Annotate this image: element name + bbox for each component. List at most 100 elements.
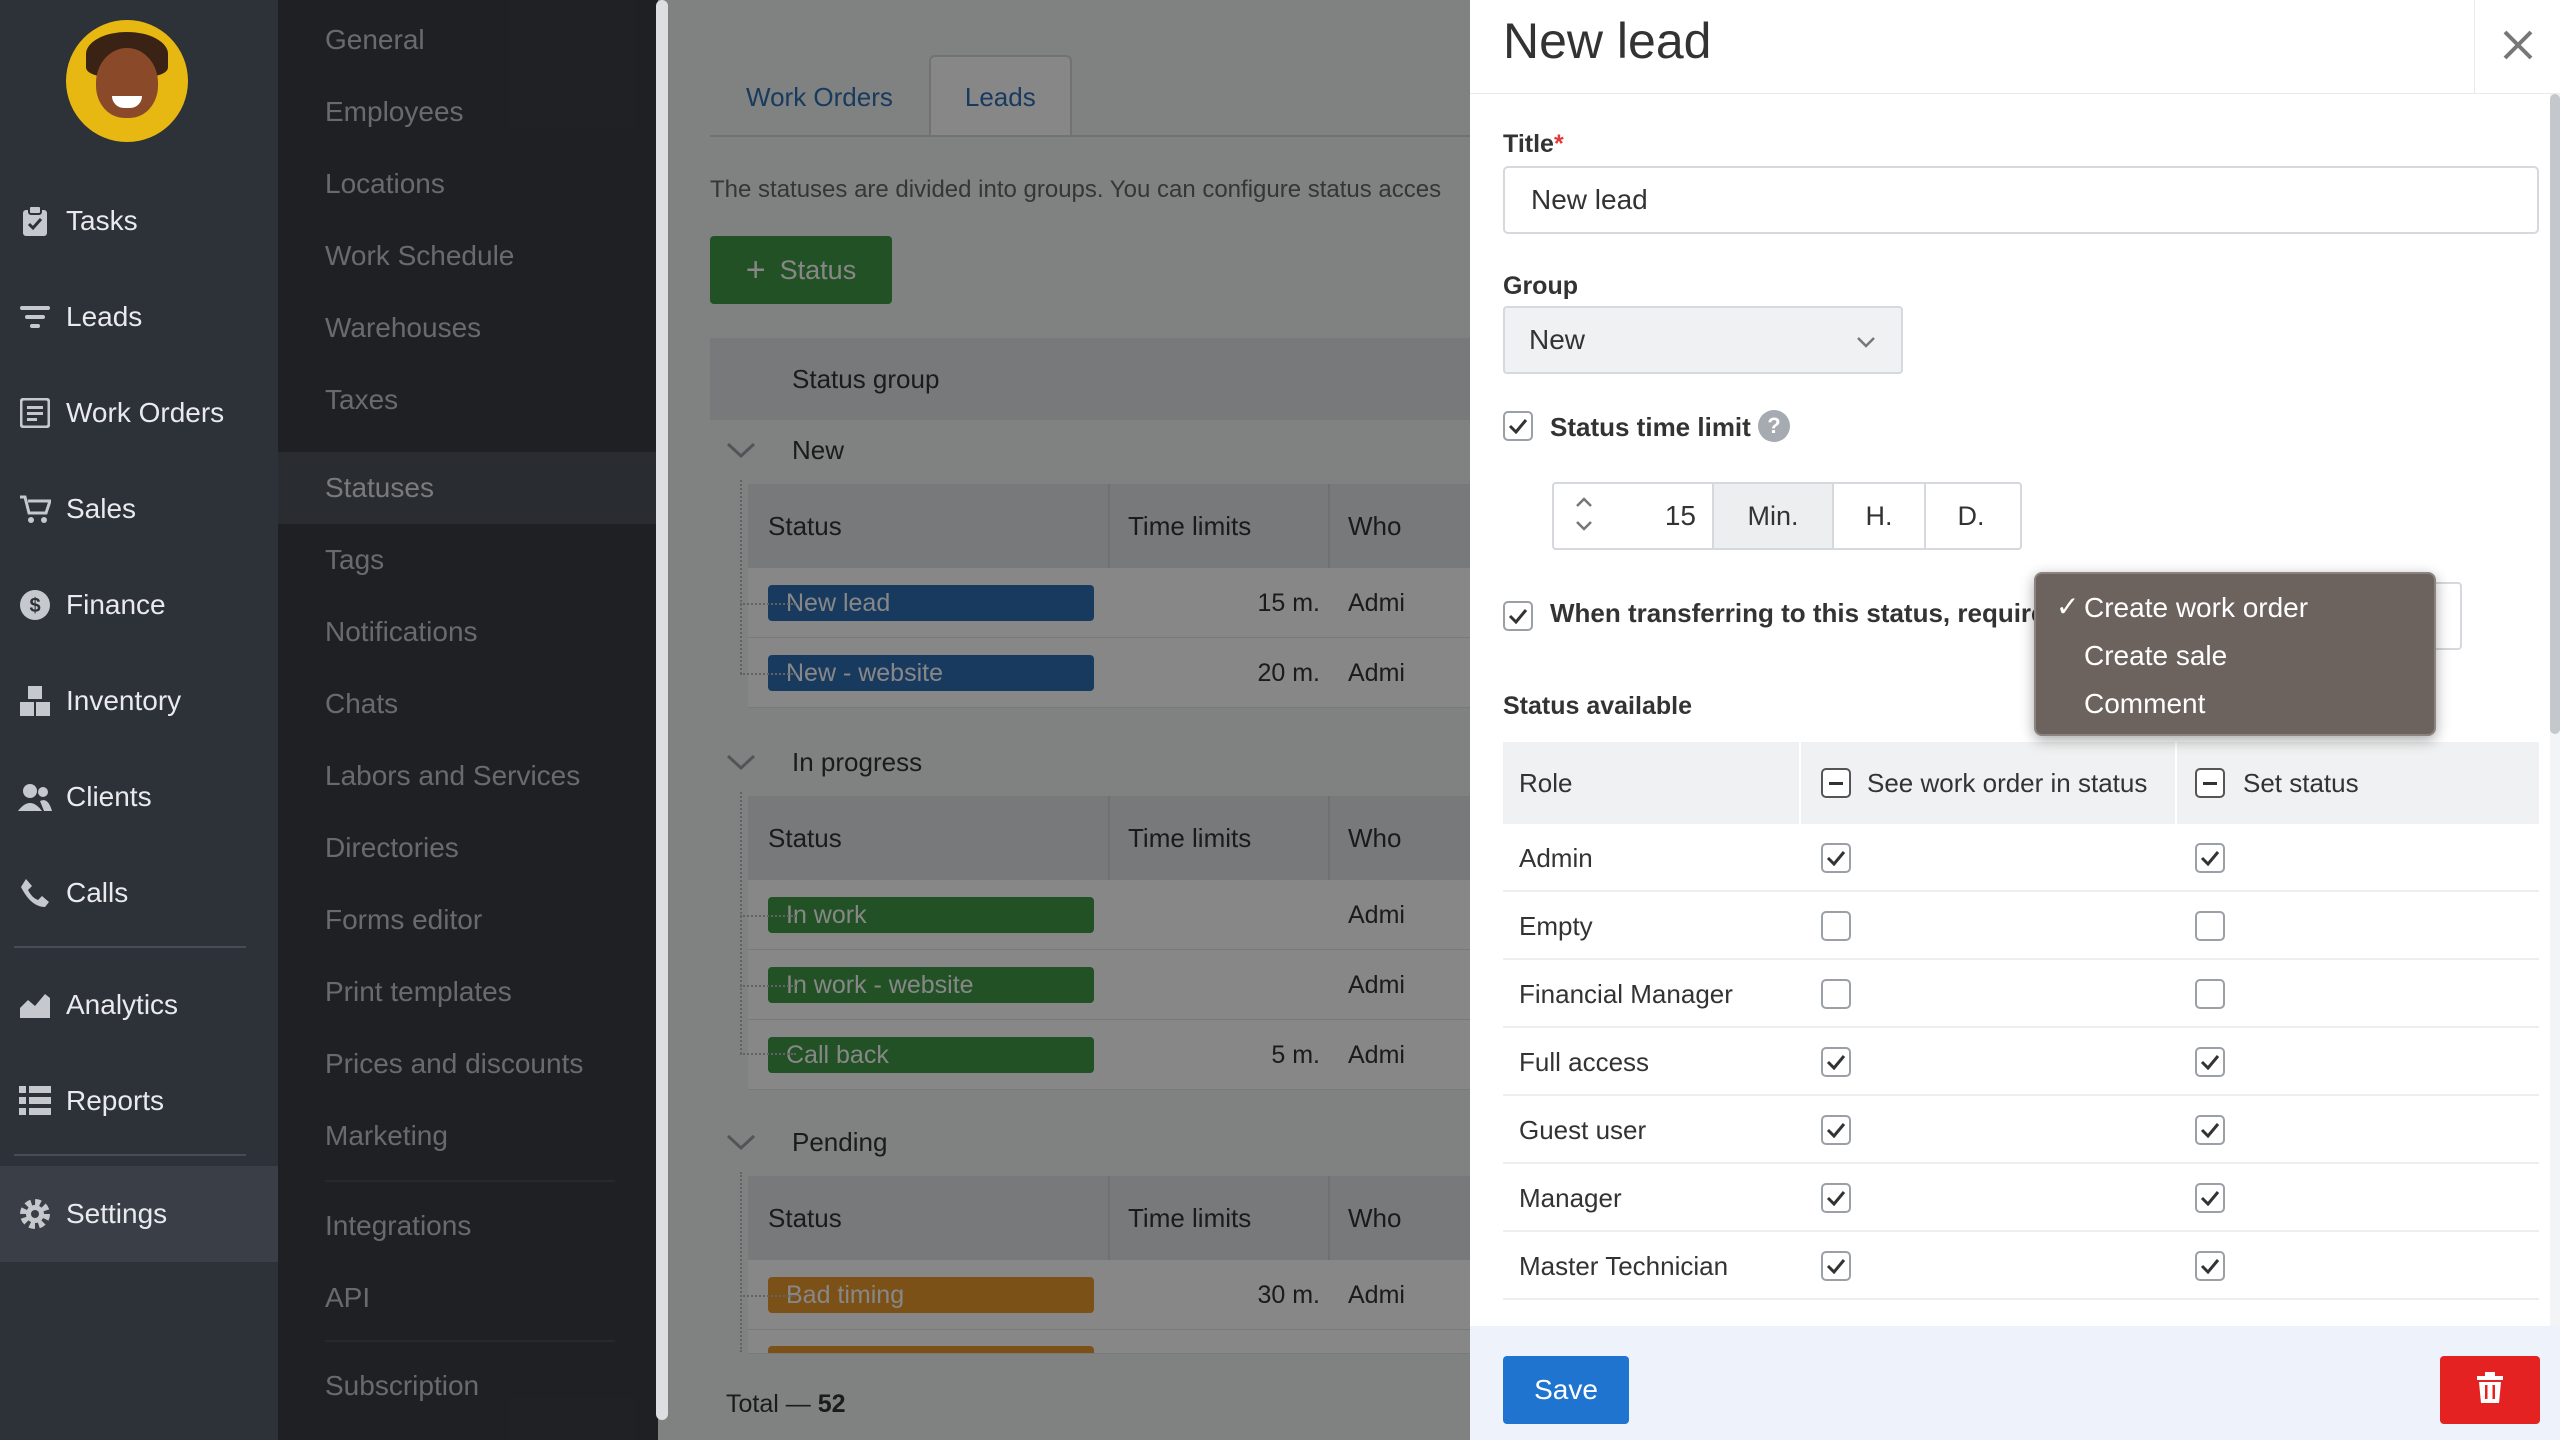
total-count: Total — 52 <box>726 1390 846 1418</box>
status-time-limit-checkbox[interactable] <box>1503 411 1533 441</box>
see-work-order-checkbox[interactable] <box>1821 1251 1851 1281</box>
submenu-item-prices-and-discounts[interactable]: Prices and discounts <box>278 1028 658 1100</box>
role-row: Full access <box>1503 1028 2539 1096</box>
submenu-item-subscription[interactable]: Subscription <box>278 1350 658 1422</box>
nav-item-tasks[interactable]: Tasks <box>0 186 278 256</box>
dollar-icon: $ <box>18 588 52 622</box>
nav-item-sales[interactable]: Sales <box>0 474 278 544</box>
status-subtable-header: Status Time limits Who <box>748 796 1470 880</box>
set-status-checkbox[interactable] <box>2195 843 2225 873</box>
see-all-checkbox[interactable] <box>1821 768 1851 798</box>
unit-minutes-button[interactable]: Min. <box>1712 484 1832 548</box>
tab-work-orders[interactable]: Work Orders <box>710 55 929 137</box>
role-row: Guest user <box>1503 1096 2539 1164</box>
status-group-pending[interactable]: Pending <box>710 1112 1470 1172</box>
submenu-item-notifications[interactable]: Notifications <box>278 596 658 668</box>
help-icon[interactable]: ? <box>1758 410 1790 442</box>
submenu-item-directories[interactable]: Directories <box>278 812 658 884</box>
phone-icon <box>18 876 52 910</box>
time-limit-stepper: 15 Min. H. D. <box>1552 482 2022 550</box>
checkmark-icon: ✓ <box>2056 591 2080 622</box>
nav-item-settings[interactable]: Settings <box>0 1166 278 1262</box>
role-name: Admin <box>1519 842 1593 873</box>
nav-item-inventory[interactable]: Inventory <box>0 666 278 736</box>
dropdown-option-create-sale[interactable]: Create sale <box>2036 632 2434 680</box>
nav-item-leads[interactable]: Leads <box>0 282 278 352</box>
status-row[interactable]: New - website 20 m. Admi <box>748 638 1470 708</box>
submenu-item-work-schedule[interactable]: Work Schedule <box>278 220 658 292</box>
funnel-icon <box>18 300 52 334</box>
see-work-order-checkbox[interactable] <box>1821 843 1851 873</box>
submenu-item-locations[interactable]: Locations <box>278 148 658 220</box>
submenu-item-chats[interactable]: Chats <box>278 668 658 740</box>
submenu-item-statuses[interactable]: Statuses <box>278 452 658 524</box>
nav-label: Inventory <box>66 685 182 716</box>
save-button[interactable]: Save <box>1503 1356 1629 1424</box>
status-group-in-progress[interactable]: In progress <box>710 732 1470 792</box>
chevron-down-icon[interactable] <box>1575 519 1593 537</box>
see-work-order-checkbox[interactable] <box>1821 979 1851 1009</box>
set-status-checkbox[interactable] <box>2195 1251 2225 1281</box>
submenu-item-warehouses[interactable]: Warehouses <box>278 292 658 364</box>
see-work-order-checkbox[interactable] <box>1821 1115 1851 1145</box>
set-all-checkbox[interactable] <box>2195 768 2225 798</box>
close-icon <box>2501 28 2535 67</box>
group-select[interactable]: New <box>1503 306 1903 374</box>
submenu-item-taxes[interactable]: Taxes <box>278 364 658 436</box>
status-badge: New lead <box>768 585 1094 621</box>
status-subtable-header: Status Time limits Who <box>748 1176 1470 1260</box>
submenu-item-general[interactable]: General <box>278 4 658 76</box>
unit-hours-button[interactable]: H. <box>1832 484 1924 548</box>
add-status-button[interactable]: + Status <box>710 236 892 304</box>
see-work-order-checkbox[interactable] <box>1821 1183 1851 1213</box>
see-work-order-checkbox[interactable] <box>1821 1047 1851 1077</box>
nav-item-reports[interactable]: Reports <box>0 1066 278 1136</box>
transfer-require-checkbox[interactable] <box>1503 601 1533 631</box>
set-status-checkbox[interactable] <box>2195 1115 2225 1145</box>
set-status-checkbox[interactable] <box>2195 979 2225 1009</box>
submenu-item-integrations[interactable]: Integrations <box>278 1190 658 1262</box>
status-row[interactable]: In work - website Admi <box>748 950 1470 1020</box>
title-input[interactable]: New lead <box>1503 166 2539 234</box>
role-row: Manager <box>1503 1164 2539 1232</box>
status-row[interactable] <box>748 1330 1470 1354</box>
status-group-new[interactable]: New <box>710 420 1470 480</box>
tab-leads[interactable]: Leads <box>928 55 1072 137</box>
chevron-down-icon <box>1855 328 1877 360</box>
status-row[interactable]: New lead 15 m. Admi <box>748 568 1470 638</box>
submenu-item-print-templates[interactable]: Print templates <box>278 956 658 1028</box>
nav-item-finance[interactable]: $ Finance <box>0 570 278 640</box>
submenu-item-labors-and-services[interactable]: Labors and Services <box>278 740 658 812</box>
stepper-arrows[interactable] <box>1554 484 1614 548</box>
status-row[interactable]: Bad timing 30 m. Admi <box>748 1260 1470 1330</box>
set-status-checkbox[interactable] <box>2195 1047 2225 1077</box>
submenu-item-employees[interactable]: Employees <box>278 76 658 148</box>
nav-item-work-orders[interactable]: Work Orders <box>0 378 278 448</box>
submenu-item-forms-editor[interactable]: Forms editor <box>278 884 658 956</box>
delete-button[interactable] <box>2440 1356 2540 1424</box>
unit-days-button[interactable]: D. <box>1924 484 2016 548</box>
nav-item-calls[interactable]: Calls <box>0 858 278 928</box>
dropdown-option-comment[interactable]: Comment <box>2036 680 2434 728</box>
submenu-item-marketing[interactable]: Marketing <box>278 1100 658 1172</box>
nav-item-analytics[interactable]: Analytics <box>0 970 278 1040</box>
set-status-checkbox[interactable] <box>2195 911 2225 941</box>
status-row[interactable]: In work Admi <box>748 880 1470 950</box>
panel-scrollbar[interactable] <box>2550 94 2560 1326</box>
set-status-checkbox[interactable] <box>2195 1183 2225 1213</box>
close-button[interactable] <box>2474 0 2560 94</box>
users-icon <box>18 780 52 814</box>
see-work-order-checkbox[interactable] <box>1821 911 1851 941</box>
nav-item-clients[interactable]: Clients <box>0 762 278 832</box>
status-subtable-header: Status Time limits Who <box>748 484 1470 568</box>
chevron-down-icon <box>726 747 766 778</box>
time-limit-value[interactable]: 15 <box>1614 484 1712 548</box>
submenu-item-api[interactable]: API <box>278 1262 658 1334</box>
submenu-item-tags[interactable]: Tags <box>278 524 658 596</box>
dropdown-option-create-work-order[interactable]: ✓ Create work order <box>2036 584 2434 632</box>
chevron-up-icon[interactable] <box>1575 495 1593 513</box>
main-scrollbar[interactable] <box>656 0 668 1420</box>
status-row[interactable]: Call back 5 m. Admi <box>748 1020 1470 1090</box>
user-avatar[interactable] <box>66 20 188 142</box>
clipboard-icon <box>18 204 52 238</box>
